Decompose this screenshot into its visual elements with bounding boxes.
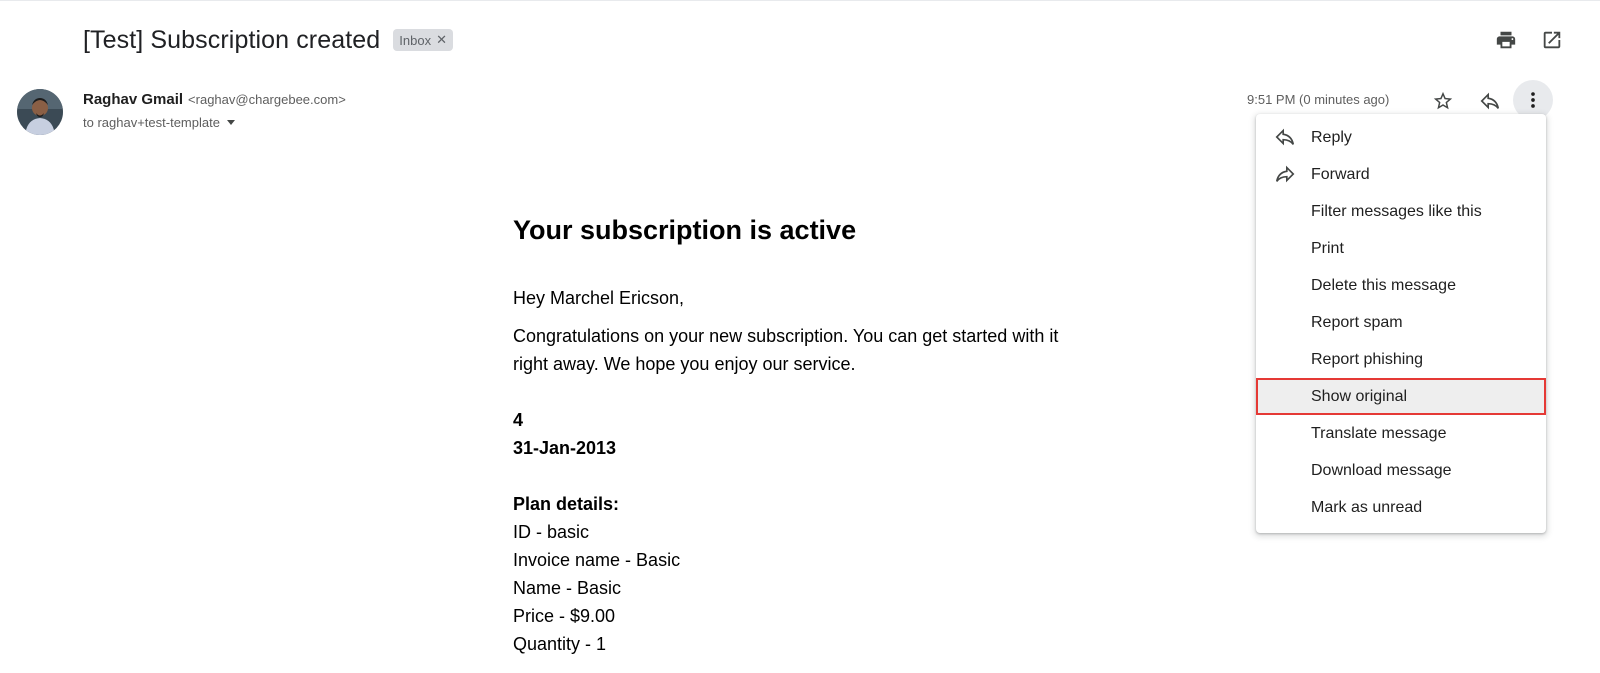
print-icon — [1496, 31, 1516, 49]
sender-email: <raghav@chargebee.com> — [188, 92, 346, 107]
plan-line: Name - Basic — [513, 578, 622, 598]
menu-item-delete[interactable]: Delete this message — [1256, 267, 1546, 304]
menu-item-label: Forward — [1311, 165, 1370, 183]
top-divider — [0, 0, 1600, 1]
sender-avatar[interactable] — [17, 89, 63, 135]
plan-details-heading: Plan details: — [513, 494, 620, 514]
open-in-new-window-button[interactable] — [1540, 28, 1564, 52]
menu-item-label: Filter messages like this — [1311, 202, 1482, 220]
plan-line: ID - basic — [513, 522, 590, 542]
menu-item-reply[interactable]: Reply — [1256, 119, 1546, 156]
chevron-down-icon[interactable] — [226, 120, 235, 125]
menu-item-label: Mark as unread — [1311, 498, 1423, 516]
menu-item-show-original[interactable]: Show original — [1256, 378, 1546, 415]
menu-item-label: Show original — [1311, 387, 1408, 405]
intro-paragraph: Congratulations on your new subscription… — [513, 326, 1059, 374]
menu-item-print[interactable]: Print — [1256, 230, 1546, 267]
star-button[interactable] — [1429, 87, 1457, 115]
greeting: Hey Marchel Ericson, — [513, 288, 685, 308]
menu-item-filter-messages[interactable]: Filter messages like this — [1256, 193, 1546, 230]
body-heading: Your subscription is active — [513, 215, 857, 245]
menu-item-translate[interactable]: Translate message — [1256, 415, 1546, 452]
forward-icon — [1274, 163, 1298, 187]
email-subject: [Test] Subscription created — [83, 25, 381, 54]
menu-item-label: Report phishing — [1311, 350, 1424, 368]
recipient-details-toggle[interactable]: to raghav+test-template — [83, 115, 346, 130]
subscription-number: 4 — [513, 410, 524, 430]
more-options-menu: Reply Forward Filter messages like this … — [1256, 114, 1546, 533]
recipient-text: to raghav+test-template — [83, 115, 220, 130]
reply-button[interactable] — [1476, 87, 1504, 115]
sender-name[interactable]: Raghav Gmail — [83, 91, 183, 108]
print-all-button[interactable] — [1494, 28, 1518, 52]
thread-actions — [1494, 28, 1564, 52]
menu-item-forward[interactable]: Forward — [1256, 156, 1546, 193]
plan-line: Quantity - 1 — [513, 634, 607, 654]
menu-item-label: Download message — [1311, 461, 1452, 479]
plan-line: Price - $9.00 — [513, 606, 616, 626]
menu-item-label: Delete this message — [1311, 276, 1456, 294]
remove-label-icon[interactable]: ✕ — [436, 32, 447, 48]
avatar-image — [17, 89, 63, 135]
subject-row: [Test] Subscription created Inbox ✕ — [83, 22, 454, 58]
email-body: Your subscription is active Hey Marchel … — [513, 212, 1113, 658]
menu-item-label: Reply — [1311, 128, 1352, 146]
inbox-label-chip[interactable]: Inbox ✕ — [393, 29, 454, 51]
menu-item-report-spam[interactable]: Report spam — [1256, 304, 1546, 341]
reply-icon — [1274, 126, 1298, 150]
star-icon — [1433, 91, 1453, 110]
menu-item-label: Report spam — [1311, 313, 1403, 331]
open-in-new-icon — [1543, 31, 1561, 49]
menu-item-label: Translate message — [1311, 424, 1447, 442]
plan-line: Invoice name - Basic — [513, 550, 681, 570]
reply-icon — [1480, 92, 1500, 110]
sender-block: Raghav Gmail <raghav@chargebee.com> to r… — [83, 91, 346, 130]
menu-item-download[interactable]: Download message — [1256, 452, 1546, 489]
label-chip-text: Inbox — [399, 32, 432, 48]
message-time: 9:51 PM (0 minutes ago) — [1247, 92, 1390, 107]
subscription-date: 31-Jan-2013 — [513, 438, 617, 458]
more-vert-icon — [1531, 92, 1535, 108]
menu-item-label: Print — [1311, 239, 1344, 257]
menu-item-report-phishing[interactable]: Report phishing — [1256, 341, 1546, 378]
menu-item-mark-unread[interactable]: Mark as unread — [1256, 489, 1546, 526]
message-actions — [1429, 87, 1523, 115]
